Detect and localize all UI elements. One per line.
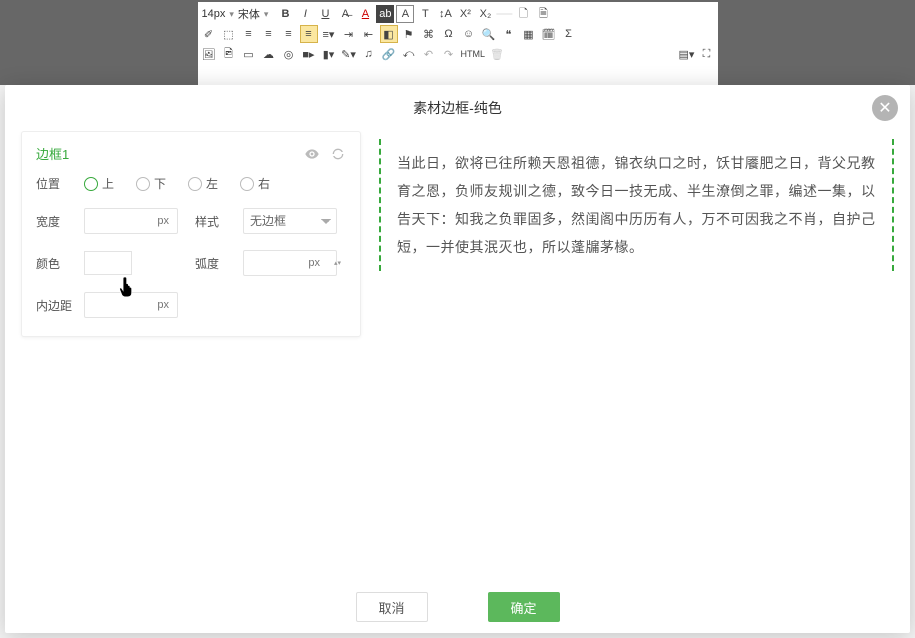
undo-button[interactable]: ↶: [420, 45, 438, 63]
new-doc-button[interactable]: 🗋: [514, 5, 532, 23]
radio-top[interactable]: 上: [84, 175, 114, 192]
radius-label: 弧度: [195, 255, 235, 272]
align-left-button[interactable]: ≡: [240, 25, 258, 43]
radius-stepper[interactable]: ▴▾: [334, 252, 344, 274]
radio-left[interactable]: 左: [188, 175, 218, 192]
fullscreen-button[interactable]: ⛶: [698, 45, 716, 63]
table-button[interactable]: ▦: [520, 25, 538, 43]
video-button[interactable]: ▭: [240, 45, 258, 63]
position-radio-group: 上 下 左 右: [84, 175, 346, 192]
confirm-button[interactable]: 确定: [488, 592, 560, 622]
line-height-button[interactable]: ↕A: [436, 5, 454, 23]
note-button[interactable]: ▤▾: [678, 45, 696, 63]
box-a-button[interactable]: A: [396, 5, 414, 23]
editor-toolbar: 14px▾ 宋体▾ B I U A̶ A ab A T ↕A X² X₂ — 🗋…: [0, 0, 915, 85]
calendar-button[interactable]: 🗓: [540, 25, 558, 43]
brush-button[interactable]: ✎▾: [340, 45, 358, 63]
trash-button[interactable]: 🗑: [488, 45, 506, 63]
text-tool-button[interactable]: T: [416, 5, 434, 23]
music-button[interactable]: ♫: [360, 45, 378, 63]
bottle-button[interactable]: ▮▾: [320, 45, 338, 63]
image-button[interactable]: 🖼: [200, 45, 218, 63]
align-right-button[interactable]: ≡: [280, 25, 298, 43]
border-config-panel: 边框1 位置 上 下 左 右 宽度: [21, 131, 361, 337]
subscript-button[interactable]: X₂: [476, 5, 494, 23]
omega-button[interactable]: Ω: [440, 25, 458, 43]
visibility-icon[interactable]: [304, 146, 320, 162]
italic-button[interactable]: I: [296, 5, 314, 23]
select-all-button[interactable]: ⬚: [220, 25, 238, 43]
width-input[interactable]: [84, 208, 178, 234]
radio-bottom[interactable]: 下: [136, 175, 166, 192]
bold-button[interactable]: B: [276, 5, 294, 23]
sigma-button[interactable]: Σ: [560, 25, 578, 43]
camera-button[interactable]: ■▸: [300, 45, 318, 63]
target-button[interactable]: ◎: [280, 45, 298, 63]
color-label: 颜色: [36, 255, 76, 272]
indent-button[interactable]: ⇥: [340, 25, 358, 43]
list-button[interactable]: ≡▾: [320, 25, 338, 43]
open-doc-button[interactable]: 🗎: [534, 5, 552, 23]
preview-area: 当此日，欲将已往所赖天恩祖德，锦衣纨口之时，饫甘餍肥之日，背父兄教育之恩，负师友…: [379, 131, 894, 573]
font-color-button[interactable]: A: [356, 5, 374, 23]
html-button[interactable]: HTML: [460, 45, 487, 63]
border-dialog: 素材边框-纯色 ✕ 边框1 位置 上: [5, 85, 910, 633]
padding-input[interactable]: [84, 292, 178, 318]
style-select[interactable]: 无边框: [243, 208, 337, 234]
panel-title: 边框1: [36, 144, 69, 163]
underline-button[interactable]: U: [316, 5, 334, 23]
radio-right[interactable]: 右: [240, 175, 270, 192]
strike-button[interactable]: A̶: [336, 5, 354, 23]
font-family-select[interactable]: 宋体: [236, 6, 262, 22]
bookmark-button[interactable]: ⚑: [400, 25, 418, 43]
image2-button[interactable]: 🖻: [220, 45, 238, 63]
link-button[interactable]: 🔗: [380, 45, 398, 63]
style-label: 样式: [195, 213, 235, 230]
search-button[interactable]: 🔍: [480, 25, 498, 43]
dialog-title: 素材边框-纯色: [413, 98, 502, 118]
close-button[interactable]: ✕: [872, 95, 898, 121]
font-size-select[interactable]: 14px: [200, 8, 228, 20]
superscript-button[interactable]: X²: [456, 5, 474, 23]
radius-input[interactable]: [243, 250, 337, 276]
align-justify-button[interactable]: ≡: [300, 25, 318, 43]
unlink-button[interactable]: ⤺: [400, 45, 418, 63]
cancel-button[interactable]: 取消: [356, 592, 428, 622]
eraser-button[interactable]: ✐: [200, 25, 218, 43]
emoji-button[interactable]: ☺: [460, 25, 478, 43]
align-center-button[interactable]: ≡: [260, 25, 278, 43]
bg-color-button[interactable]: ab: [376, 5, 394, 23]
preview-text: 当此日，欲将已往所赖天恩祖德，锦衣纨口之时，饫甘餍肥之日，背父兄教育之恩，负师友…: [379, 139, 894, 271]
flag-button[interactable]: ◧: [380, 25, 398, 43]
color-picker[interactable]: [84, 251, 132, 275]
quote-button[interactable]: ❝: [500, 25, 518, 43]
redo-button[interactable]: ↷: [440, 45, 458, 63]
outdent-button[interactable]: ⇤: [360, 25, 378, 43]
code-button[interactable]: ⌘: [420, 25, 438, 43]
position-label: 位置: [36, 175, 76, 192]
refresh-icon[interactable]: [330, 146, 346, 162]
padding-label: 内边距: [36, 297, 76, 314]
close-icon: ✕: [878, 98, 891, 118]
width-label: 宽度: [36, 213, 76, 230]
cloud-button[interactable]: ☁: [260, 45, 278, 63]
